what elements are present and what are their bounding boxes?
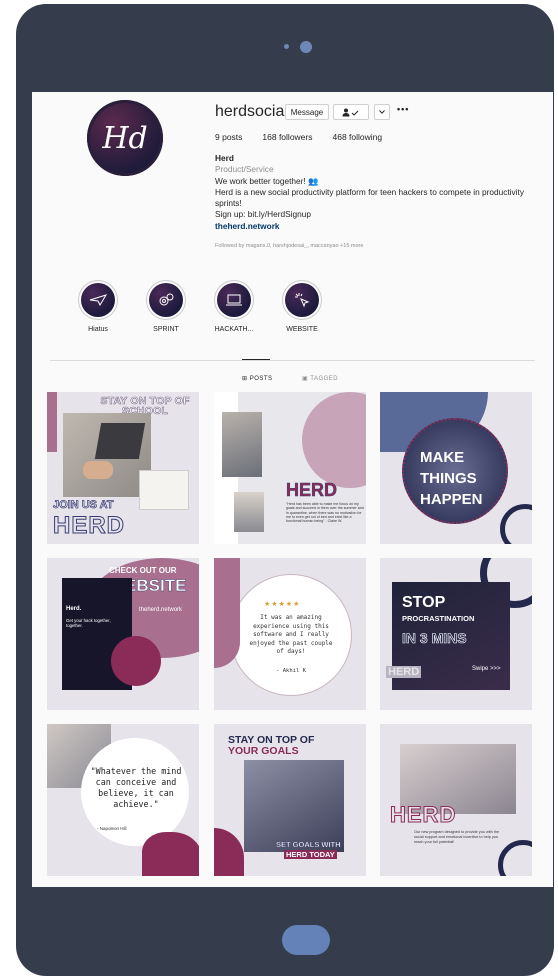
posts-count: 9 posts [215, 132, 243, 142]
post-tile[interactable]: STAY ON TOP OF YOUR GOALS SET GOALS WITH… [214, 724, 366, 876]
post-title: YOUR GOALS [228, 745, 299, 757]
rating-stars: ★★★★★ [264, 601, 301, 608]
post-footer: SET GOALS WITH [276, 840, 341, 849]
post-title: STOP [402, 594, 446, 611]
posts-grid: STAY ON TOP OF SCHOOL JOIN US AT HERD HE… [47, 392, 539, 877]
post-tile[interactable]: HERD "Herd has been able to make me focu… [214, 392, 366, 544]
following-button[interactable] [333, 104, 369, 120]
post-tile[interactable]: CHECK OUT OUR WEBSITE theherd.network He… [47, 558, 199, 710]
post-url: theherd.network [139, 607, 183, 613]
post-subtitle: PROCRASTINATION [402, 614, 475, 623]
laptop-icon [217, 283, 251, 317]
post-headline: MAKE THINGS HAPPEN [420, 447, 483, 510]
chevron-down-icon [379, 110, 385, 114]
bio-line: We work better together! 👥 [215, 175, 319, 186]
post-footer: HERD TODAY [284, 850, 337, 859]
more-options-button[interactable]: ••• [397, 104, 409, 114]
photo [244, 760, 344, 852]
gears-icon [149, 283, 183, 317]
paper-plane-icon [81, 283, 115, 317]
post-tile[interactable]: MAKE THINGS HAPPEN [380, 392, 532, 544]
tag-icon: ▣ [302, 376, 311, 382]
camera-lens [300, 41, 312, 53]
bio-line: Sign up: bit.ly/HerdSignup [215, 209, 311, 220]
suggestions-dropdown[interactable] [374, 104, 390, 120]
username: herdsocial [215, 103, 288, 120]
tab-posts[interactable]: ⊞ POSTS [242, 375, 273, 382]
profile-avatar[interactable]: Hd [87, 100, 163, 176]
tab-posts-label: POSTS [249, 376, 273, 382]
photo [234, 492, 264, 532]
avatar-monogram: Hd [102, 120, 148, 156]
post-title: HERD [286, 480, 338, 501]
post-tile[interactable]: STAY ON TOP OF SCHOOL JOIN US AT HERD [47, 392, 199, 544]
post-subtitle: IN 3 MINS [402, 630, 467, 647]
tabs-divider [50, 360, 535, 361]
headline-line: THINGS [420, 470, 477, 487]
headline-line: MAKE [420, 449, 465, 466]
instagram-profile-screen: Hd herdsocial Message ••• 9 posts 168 fo… [32, 92, 553, 887]
post-text: Our new program designed to provide you … [414, 830, 500, 844]
testimonial-text: It was an amazing experience using this … [249, 614, 333, 655]
profile-bio: Herd Product/Service We work better toge… [215, 153, 540, 232]
post-title-small: CHECK OUT OUR [109, 566, 177, 575]
tab-tagged-label: TAGGED [310, 376, 339, 382]
cursor-click-icon [285, 283, 319, 317]
swipe-hint: Swipe >>> [472, 666, 501, 672]
testimonial-text: "Herd has been able to make me focus on … [286, 502, 364, 524]
profile-name: Herd [215, 153, 234, 163]
message-button[interactable]: Message [285, 104, 329, 120]
highlight-website[interactable]: WEBSITE [272, 280, 332, 333]
post-footer: JOIN US AT [53, 499, 114, 512]
person-check-icon [342, 108, 359, 116]
followed-by[interactable]: Followed by magans.0, harshjodesai_, mac… [215, 243, 363, 249]
active-tab-indicator [242, 359, 270, 360]
highlight-label: WEBSITE [286, 326, 318, 333]
tab-tagged[interactable]: ▣ TAGGED [302, 375, 338, 382]
highlight-label: Hiatus [88, 326, 108, 333]
testimonial-author: - Akhil K [276, 668, 306, 674]
followers-count[interactable]: 168 followers [262, 132, 312, 142]
quote-author: - Napoleon Hill [97, 826, 127, 831]
post-brand: HERD [386, 666, 422, 678]
post-tile[interactable]: ★★★★★ It was an amazing experience using… [214, 558, 366, 710]
photo [222, 412, 262, 477]
highlight-label: SPRINT [153, 326, 179, 333]
laptop-photo [63, 413, 151, 497]
profile-website-link[interactable]: theherd.network [215, 221, 540, 232]
following-count[interactable]: 468 following [333, 132, 383, 142]
mockup-subtitle: Get your hack together, together. [66, 618, 111, 628]
profile-stats: 9 posts 168 followers 468 following [215, 132, 382, 142]
post-brand: HERD [389, 802, 457, 828]
post-brand: HERD [52, 512, 126, 540]
post-tile[interactable]: STOP PROCRASTINATION IN 3 MINS HERD Swip… [380, 558, 532, 710]
highlight-hiatus[interactable]: Hiatus [68, 280, 128, 333]
quote-text: "Whatever the mind can conceive and beli… [90, 766, 182, 809]
highlight-label: HACKATH... [214, 326, 254, 333]
post-tile[interactable]: "Whatever the mind can conceive and beli… [47, 724, 199, 876]
mockup-title: Herd. [66, 606, 82, 612]
headline-line: HAPPEN [420, 491, 483, 508]
camera-dot [284, 44, 289, 49]
grid-icon: ⊞ [242, 376, 250, 382]
highlight-hackathon[interactable]: HACKATH... [204, 280, 264, 333]
profile-category: Product/Service [215, 164, 274, 175]
post-tile[interactable]: HERD Our new program designed to provide… [380, 724, 532, 876]
home-button[interactable] [282, 925, 330, 955]
bio-line: Herd is a new social productivity platfo… [215, 186, 524, 209]
highlight-sprint[interactable]: SPRINT [136, 280, 196, 333]
notebook-photo [139, 470, 189, 510]
